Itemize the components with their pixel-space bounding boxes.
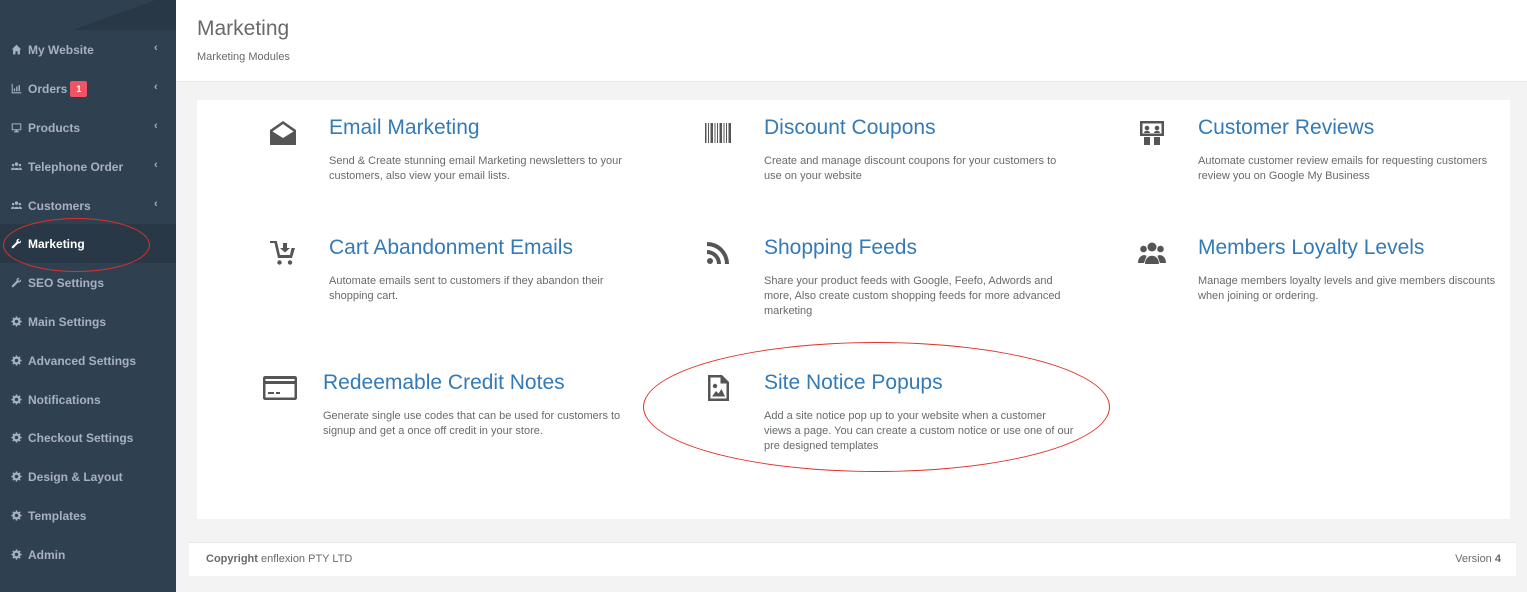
breadcrumb: Marketing Modules [197,51,290,63]
wrench-icon [10,277,22,289]
sidebar-item-products[interactable]: Products ‹ [0,108,176,147]
gear-icon [10,510,22,522]
credit-notes-link[interactable]: Redeemable Credit Notes [323,371,565,395]
site-notice-popups-link[interactable]: Site Notice Popups [764,371,943,395]
footer-version: Version 4 [1455,553,1501,565]
chevron-left-icon: ‹ [154,159,158,171]
chevron-left-icon: ‹ [154,198,158,210]
barcode-icon [704,119,734,149]
shopping-feeds-link[interactable]: Shopping Feeds [764,236,917,260]
sidebar-item-advanced-settings[interactable]: Advanced Settings [0,341,176,380]
version-number: 4 [1494,553,1501,565]
sidebar-item-label: Marketing [28,236,85,251]
sidebar-item-label: Orders [28,81,68,96]
sidebar-item-my-website[interactable]: My Website ‹ [0,30,176,69]
module-description: Automate customer review emails for requ… [1198,155,1488,182]
sidebar-item-seo-settings[interactable]: SEO Settings [0,263,176,302]
sidebar-item-admin[interactable]: Admin [0,535,176,574]
sidebar-item-label: Main Settings [28,314,107,329]
image-icon [704,374,734,404]
sidebar-item-checkout-settings[interactable]: Checkout Settings [0,418,176,457]
sidebar-item-main-settings[interactable]: Main Settings [0,302,176,341]
bar-chart-icon [10,83,22,95]
sidebar-item-label: SEO Settings [28,275,105,290]
wrench-icon [10,238,22,250]
credit-card-icon [262,374,298,404]
users-group-icon [1138,239,1168,269]
users-icon [10,200,22,212]
module-description: Share your product feeds with Google, Fe… [764,275,1061,317]
sidebar-item-marketing[interactable]: Marketing [0,224,176,263]
gear-icon [10,432,22,444]
sidebar-item-label: Advanced Settings [28,353,137,368]
gear-icon [10,316,22,328]
sidebar-item-label: Checkout Settings [28,430,134,445]
sidebar-item-customers[interactable]: Customers ‹ [0,186,176,225]
users-icon [10,161,22,173]
footer: Copyright enflexion PTY LTD Version 4 [189,542,1516,576]
sidebar-item-label: Design & Layout [28,469,123,484]
sidebar-item-label: Telephone Order [28,159,124,174]
version-label: Version [1455,553,1492,565]
chevron-left-icon: ‹ [154,120,158,132]
gear-icon [10,394,22,406]
company-name: enflexion PTY LTD [261,553,353,565]
sidebar-item-label: Customers [28,198,91,213]
sidebar: My Website ‹ Orders 1 ‹ Products ‹ Telep… [0,0,176,592]
sidebar-item-label: Notifications [28,392,101,407]
sidebar-item-label: Admin [28,547,66,562]
customer-reviews-link[interactable]: Customer Reviews [1198,116,1374,140]
review-icon [1138,119,1168,149]
chevron-left-icon: ‹ [154,81,158,93]
sidebar-item-orders[interactable]: Orders 1 ‹ [0,69,176,108]
home-icon [10,44,22,56]
sidebar-item-label: My Website [28,42,94,57]
discount-coupons-link[interactable]: Discount Coupons [764,116,936,140]
sidebar-item-templates[interactable]: Templates [0,496,176,535]
gear-icon [10,471,22,483]
chevron-left-icon: ‹ [154,42,158,54]
members-loyalty-link[interactable]: Members Loyalty Levels [1198,236,1424,260]
sidebar-item-label: Products [28,120,81,135]
module-description: Add a site notice pop up to your website… [764,410,1074,452]
cart-icon [269,239,299,269]
marketing-modules-panel: Email Marketing Send & Create stunning e… [197,100,1510,519]
module-description: Send & Create stunning email Marketing n… [329,155,622,182]
page-title: Marketing [197,17,290,40]
gear-icon [10,355,22,367]
sidebar-item-design-layout[interactable]: Design & Layout [0,457,176,496]
page-heading: Marketing Marketing Modules [176,0,1527,82]
email-marketing-link[interactable]: Email Marketing [329,116,480,140]
envelope-open-icon [269,119,299,149]
gear-icon [10,549,22,561]
sidebar-item-label: Templates [28,508,87,523]
footer-copyright: Copyright enflexion PTY LTD [206,553,352,565]
sidebar-item-notifications[interactable]: Notifications [0,380,176,419]
sidebar-item-telephone-order[interactable]: Telephone Order ‹ [0,147,176,186]
module-description: Automate emails sent to customers if the… [329,275,604,302]
sidebar-header [0,0,176,30]
copyright-label: Copyright [206,553,258,565]
module-description: Manage members loyalty levels and give m… [1198,275,1496,302]
module-description: Generate single use codes that can be us… [323,410,621,437]
module-description: Create and manage discount coupons for y… [764,155,1057,182]
orders-count-badge: 1 [70,80,88,97]
rss-icon [704,239,734,269]
monitor-icon [10,122,22,134]
cart-abandonment-link[interactable]: Cart Abandonment Emails [329,236,573,260]
